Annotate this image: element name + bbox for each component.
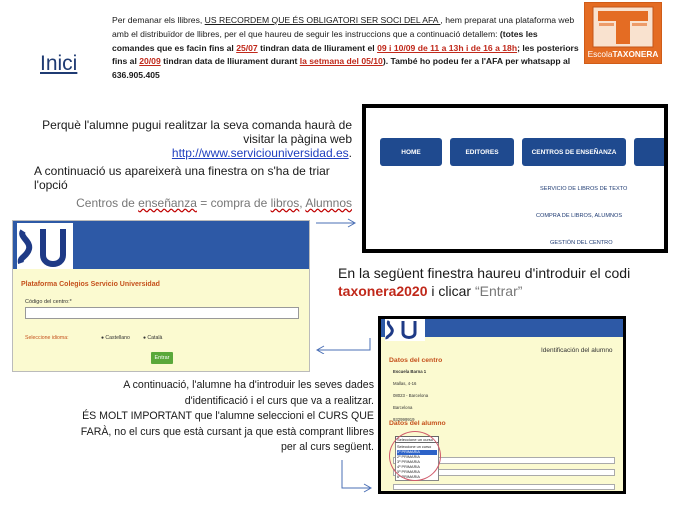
step4-button-word: “Entrar”: [474, 283, 523, 299]
center-code-input[interactable]: [25, 307, 299, 319]
step3-option-text: Centros de enseñanza = compra de libros,…: [40, 196, 352, 210]
language-label: Seleccione idioma:: [25, 335, 69, 341]
login-screenshot: Plataforma Colegios Servicio Universidad…: [12, 220, 310, 372]
step1-sentence: Perquè l'alumne pugui realitzar la seva …: [42, 118, 352, 146]
school-logo: EscolaTAXONERA: [584, 2, 662, 64]
intro-text-10: tindran data de lliurament durant: [160, 56, 300, 67]
step5-line1: A continuació, l'alumne ha d'introduir l…: [123, 379, 374, 391]
su-logo-icon: [17, 223, 73, 273]
center-name: Escuela Barna 1: [393, 369, 427, 374]
nav-editores-button[interactable]: EDITORES: [450, 138, 514, 166]
intro-date-2: 20/09: [139, 56, 161, 67]
center-postal: 08023 - Barcelona: [393, 393, 429, 398]
highlight-circle: [389, 431, 441, 481]
menu-nav: HOME EDITORES CENTROS DE ENSEÑANZA: [366, 138, 664, 166]
intro-date-1: 25/07: [236, 42, 258, 53]
student-data-heading: Datos del alumno: [389, 420, 446, 427]
su-logo-small-icon: [385, 319, 425, 341]
nav-more-button[interactable]: [634, 138, 664, 166]
center-city: Barcelona: [393, 405, 413, 410]
nav-centros-button[interactable]: CENTROS DE ENSEÑANZA: [522, 138, 626, 166]
login-title: Plataforma Colegios Servicio Universidad: [21, 281, 160, 288]
website-menu-screenshot: HOME EDITORES CENTROS DE ENSEÑANZA SERVI…: [362, 104, 668, 253]
student-extra-field[interactable]: [393, 484, 615, 490]
language-catala-label: Català: [147, 335, 163, 341]
step5-line5: per al curs següent.: [280, 441, 374, 454]
arrow-left-icon: [315, 338, 371, 354]
menu-item-gestion[interactable]: GESTIÓN DEL CENTRO: [550, 240, 613, 246]
center-address: Mallas, 4-16: [393, 381, 417, 386]
language-catala-option[interactable]: ● Català: [143, 335, 162, 341]
step3-t1: Centros de: [76, 196, 139, 210]
logo-wordmark: EscolaTAXONERA: [585, 49, 661, 59]
center-code-label: Código del centro:*: [25, 299, 72, 305]
intro-afa-notice: US RECORDEM QUE ÉS OBLIGATORI SER SOCI D…: [204, 15, 441, 25]
center-data-heading: Datos del centro: [389, 357, 443, 364]
intro-delivery-1: 09 i 10/09 de 11 a 13h i de 16 a 18h: [377, 42, 518, 53]
step5-line4: FARÀ, no el curs que està cursant ja que…: [80, 425, 374, 438]
form-header-title: Identificación del alumno: [541, 347, 613, 354]
step4-t1: En la següent finestra haureu d'introdui…: [338, 265, 631, 281]
step3-t6: Alumnos: [305, 196, 352, 210]
menu-item-compra-alumnos[interactable]: COMPRA DE LIBROS, ALUMNOS: [536, 213, 622, 219]
intro-text-1: Per demanar els llibres,: [112, 15, 205, 25]
step3-t4: libros: [270, 196, 300, 210]
logo-prefix: Escola: [587, 49, 613, 59]
step4-t2: i clicar: [427, 283, 475, 299]
intro-delivery-2: la setmana del 05/10: [299, 56, 383, 67]
step2-text: A continuació us apareixerà una finestra…: [34, 164, 330, 192]
step3-t2: enseñanza: [138, 196, 197, 210]
language-castellano-label: Castellano: [105, 335, 130, 341]
step1-period: .: [348, 146, 352, 160]
step5-line2: d'identificació i el curs que va a reali…: [184, 394, 374, 407]
intro-paragraph: Per demanar els llibres, US RECORDEM QUE…: [112, 14, 580, 83]
step4-text: En la següent finestra haureu d'introdui…: [338, 264, 668, 300]
intro-text-6: tindran data de lliurament el: [257, 42, 378, 53]
arrow-right-down-icon: [341, 460, 373, 493]
language-castellano-option[interactable]: ● Castellano: [101, 335, 130, 341]
entrar-button[interactable]: Entrar: [151, 352, 173, 364]
menu-item-servicio[interactable]: SERVICIO DE LIBROS DE TEXTO: [540, 186, 627, 192]
servicio-universidad-link[interactable]: http://www.serviciouniversidad.es: [172, 146, 349, 160]
step3-t3: = compra de: [196, 196, 271, 210]
page-title: Inici: [40, 52, 78, 75]
step5-line3: ÉS MOLT IMPORTANT que l'alumne seleccion…: [82, 410, 374, 423]
logo-name: TAXONERA: [612, 49, 659, 59]
nav-home-button[interactable]: HOME: [380, 138, 442, 166]
access-code: taxonera2020: [338, 283, 428, 299]
student-form-screenshot: Identificación del alumno Datos del cent…: [378, 316, 626, 494]
step5-text: A continuació, l'alumne ha d'introduir l…: [78, 378, 374, 456]
arrow-right-icon: [316, 218, 357, 228]
step1-text: Perquè l'alumne pugui realitzar la seva …: [18, 118, 352, 160]
